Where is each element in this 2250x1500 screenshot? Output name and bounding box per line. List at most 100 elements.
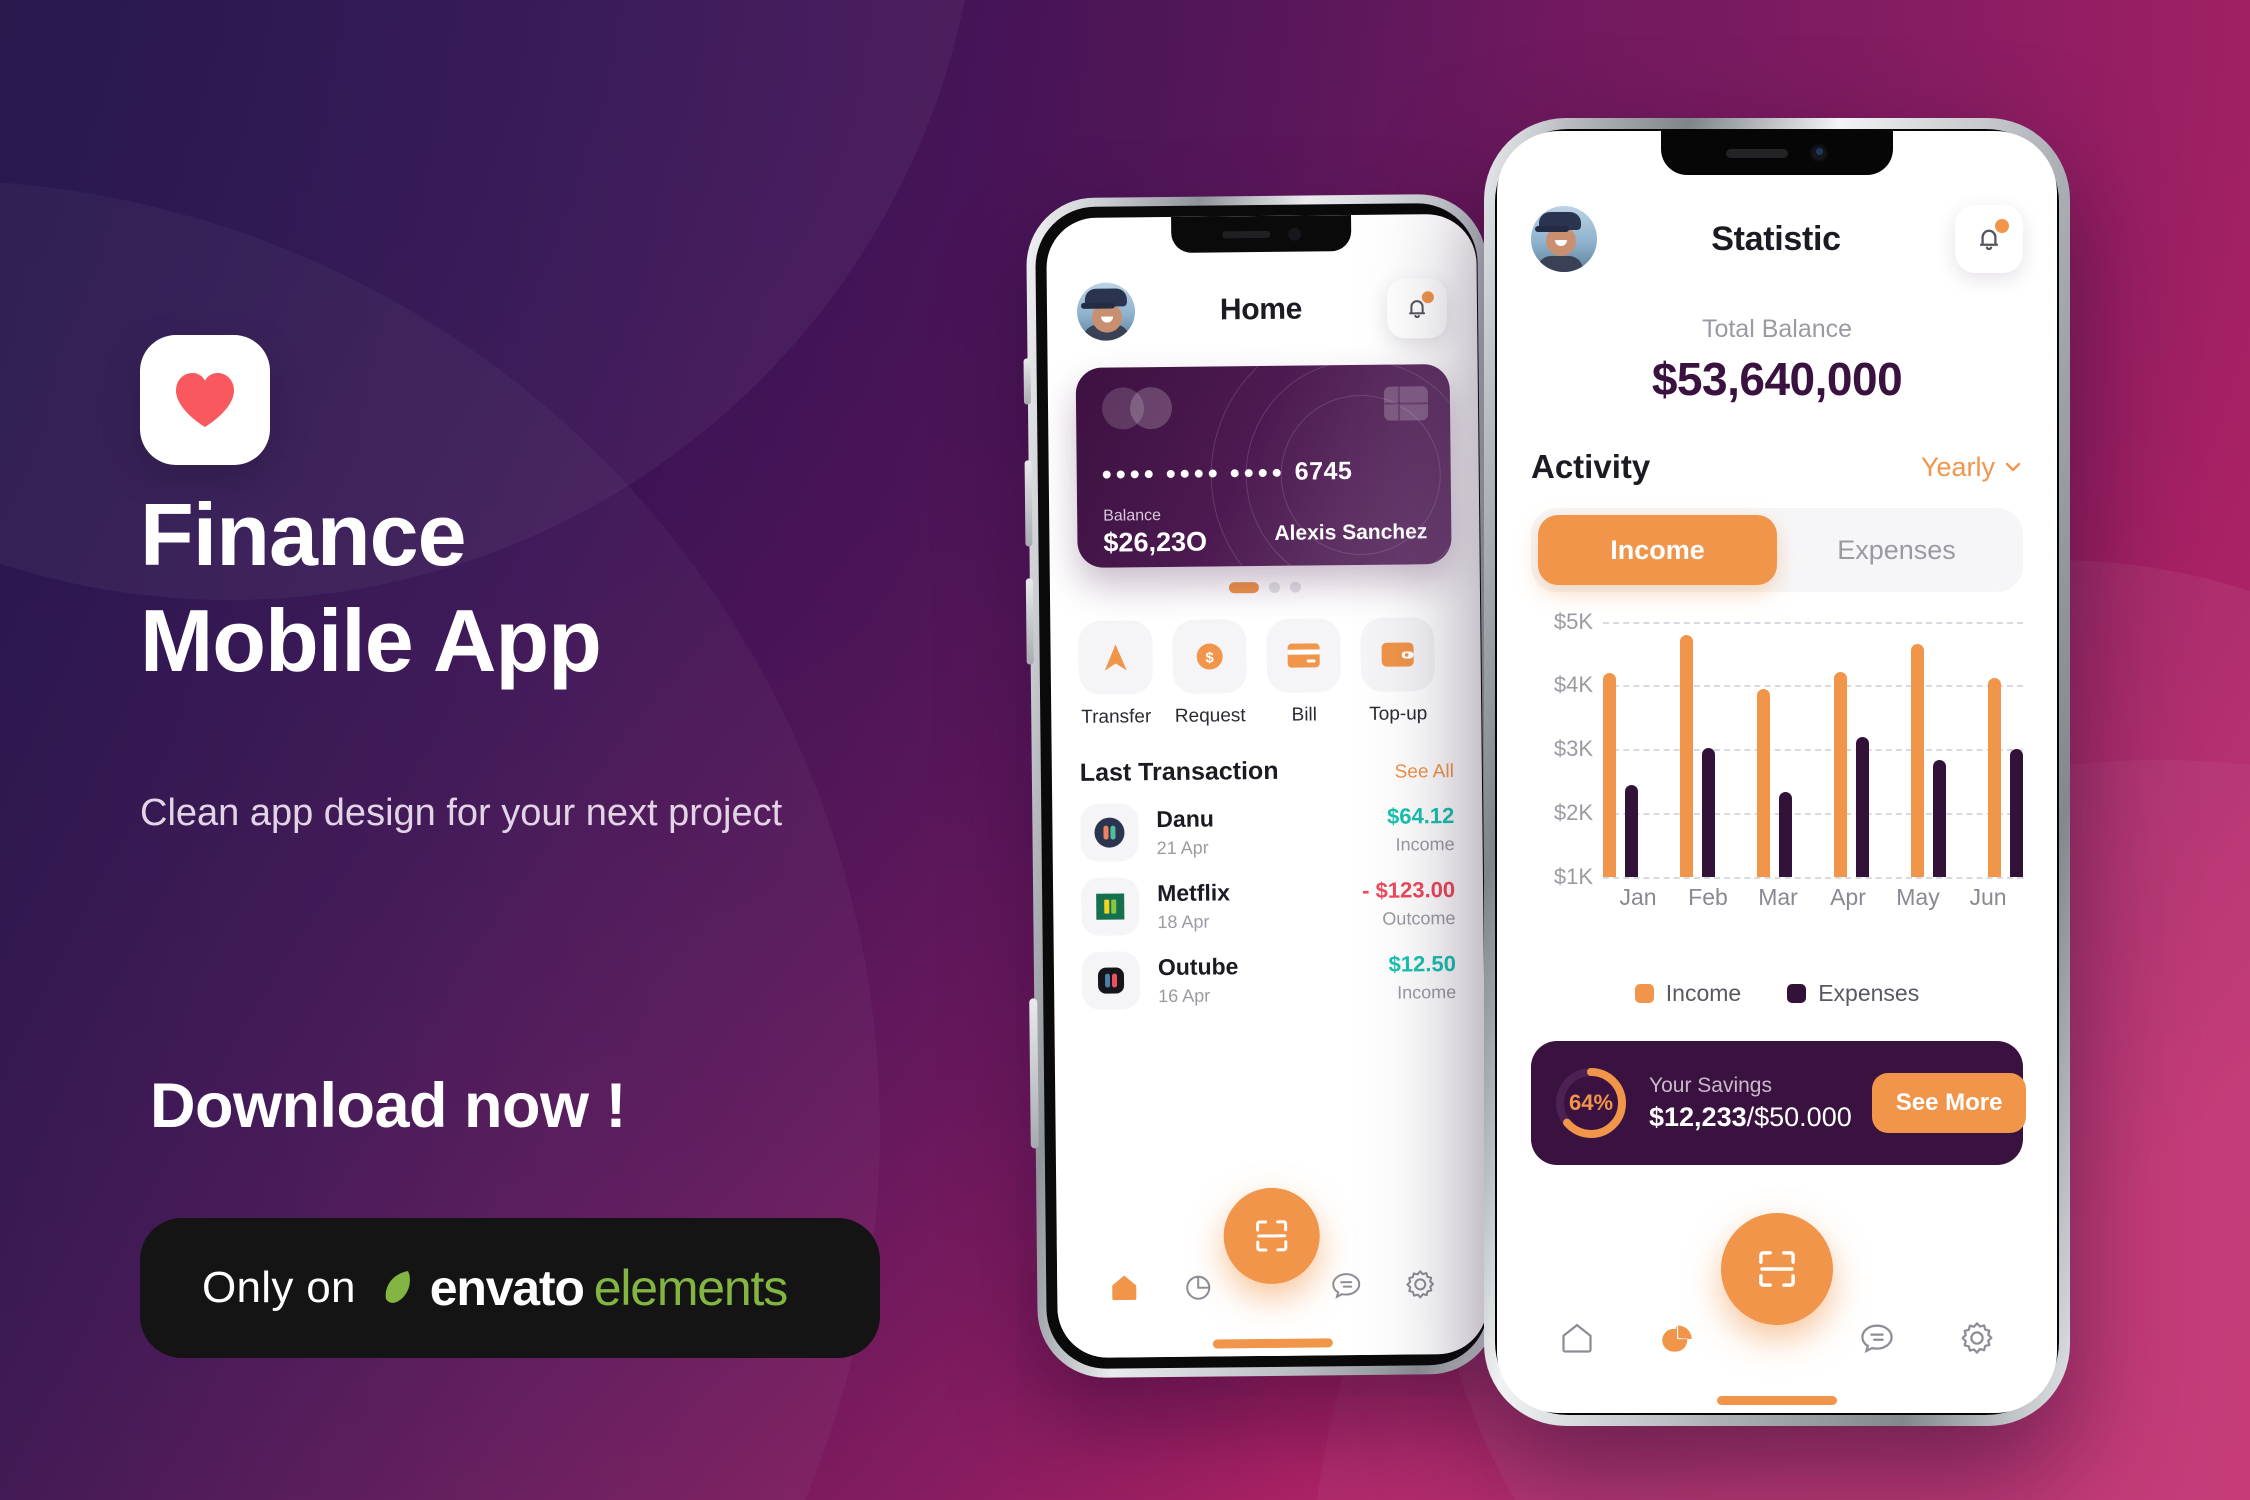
- mute-switch[interactable]: [1023, 358, 1031, 405]
- notification-button[interactable]: [1955, 205, 2023, 273]
- nav-gear-icon[interactable]: [1955, 1316, 1999, 1360]
- nav-chat-icon[interactable]: [1855, 1316, 1899, 1360]
- see-all-link[interactable]: See All: [1395, 761, 1454, 784]
- phone-notch-front: [1661, 131, 1893, 175]
- elements-wordmark: elements: [593, 1260, 788, 1316]
- transaction-type: Outcome: [1382, 907, 1456, 929]
- y-tick: $4K: [1553, 672, 1593, 697]
- transaction-date: 21 Apr: [1156, 837, 1209, 858]
- bar-group: [1988, 622, 2023, 877]
- power-button[interactable]: [1029, 998, 1039, 1149]
- legend-swatch-expenses: [1787, 984, 1807, 1003]
- avatar[interactable]: [1076, 282, 1136, 341]
- savings-percent: 64%: [1568, 1090, 1614, 1115]
- savings-amounts: $12,233/$50.000: [1649, 1102, 1852, 1133]
- card-last4: 6745: [1294, 457, 1353, 486]
- scan-fab-button[interactable]: [1721, 1213, 1833, 1325]
- credit-card[interactable]: 6745 Balance $26,23O Alexis Sanchez: [1075, 364, 1452, 568]
- bar-expenses-may: [1933, 760, 1946, 877]
- x-tick: Feb: [1688, 884, 1728, 910]
- envato-wordmark: envato: [429, 1260, 585, 1316]
- bar-income-jun: [1988, 678, 2001, 877]
- envato-elements-badge[interactable]: Only on envato elements: [140, 1218, 880, 1358]
- quick-actions: Transfer $ Request Bill Top-up: [1050, 591, 1481, 729]
- notification-button[interactable]: [1386, 278, 1448, 339]
- transaction-amount: $12.50: [1388, 950, 1456, 977]
- nav-home-icon[interactable]: [1555, 1316, 1599, 1360]
- bar-income-mar: [1757, 688, 1770, 877]
- earpiece-speaker: [1221, 230, 1270, 238]
- card-balance-label: Balance: [1103, 507, 1162, 525]
- nav-home-icon[interactable]: [1102, 1265, 1146, 1309]
- transaction-date: 18 Apr: [1157, 911, 1210, 932]
- volume-down-button[interactable]: [1025, 578, 1034, 665]
- chart-y-axis: $5K $4K $3K $2K $1K: [1531, 609, 1593, 889]
- quick-action-label: Request: [1174, 705, 1246, 727]
- quick-action-transfer[interactable]: Transfer: [1078, 620, 1154, 729]
- savings-progress-ring: 64%: [1553, 1065, 1629, 1141]
- transaction-amount-block: $64.12 Income: [1387, 803, 1455, 856]
- earpiece-speaker: [1726, 148, 1788, 158]
- scan-icon: [1759, 1251, 1795, 1287]
- x-tick: Jun: [1969, 884, 2007, 910]
- transaction-amount-block: - $123.00 Outcome: [1362, 877, 1456, 930]
- legend-swatch-income: [1634, 984, 1654, 1003]
- chart-legend: Income Expenses: [1497, 980, 2057, 1007]
- avatar[interactable]: [1531, 206, 1597, 272]
- bar-group: [1834, 622, 1869, 877]
- bar-expenses-jun: [2010, 748, 2023, 877]
- bar-group: [1680, 622, 1715, 877]
- tab-expenses[interactable]: Expenses: [1777, 515, 2016, 585]
- pager-dot-1[interactable]: [1228, 582, 1259, 594]
- card-number: 6745: [1102, 457, 1353, 489]
- marketing-panel: Finance Mobile App Clean app design for …: [140, 0, 960, 1500]
- scan-icon: [1256, 1220, 1288, 1252]
- transaction-row[interactable]: Danu 21 Apr $64.12 Income: [1052, 784, 1483, 862]
- transaction-row[interactable]: Outube 16 Apr $12.50 Income: [1054, 932, 1485, 1010]
- envato-leaf-icon: [382, 1269, 420, 1307]
- savings-target: $50.000: [1754, 1101, 1852, 1132]
- badge-prefix-label: Only on: [202, 1263, 356, 1312]
- page-title: Finance Mobile App: [140, 490, 920, 686]
- bar-expenses-mar: [1779, 792, 1792, 877]
- nav-gear-icon[interactable]: [1398, 1262, 1442, 1306]
- statistic-appbar: Statistic: [1497, 187, 2057, 291]
- phone-mockup-statistic: Statistic Total Balance $53,640,000 Acti…: [1484, 118, 2070, 1426]
- transaction-row[interactable]: Metflix 18 Apr - $123.00 Outcome: [1053, 858, 1484, 936]
- nav-pie-chart-icon[interactable]: [1176, 1264, 1220, 1308]
- volume-up-button[interactable]: [1024, 460, 1033, 547]
- quick-action-request[interactable]: $ Request: [1172, 619, 1248, 728]
- chevron-down-icon: [2005, 462, 2021, 472]
- credit-card-icon: [1266, 618, 1342, 693]
- quick-action-topup[interactable]: Top-up: [1360, 617, 1436, 726]
- section-heading: Last Transaction: [1079, 756, 1279, 787]
- tab-income[interactable]: Income: [1538, 515, 1777, 585]
- promo-stage: Finance Mobile App Clean app design for …: [0, 0, 2250, 1500]
- nav-pie-chart-icon[interactable]: [1655, 1316, 1699, 1360]
- danu-logo-icon: [1080, 803, 1139, 862]
- activity-bar-chart: $5K $4K $3K $2K $1K Jan Feb Mar Apr May …: [1531, 609, 2023, 922]
- nav-chat-icon[interactable]: [1324, 1263, 1368, 1307]
- legend-item-income: Income: [1634, 980, 1741, 1007]
- y-tick: $1K: [1553, 864, 1593, 889]
- transaction-name: Danu: [1156, 805, 1214, 832]
- quick-action-bill[interactable]: Bill: [1266, 618, 1342, 727]
- savings-label: Your Savings: [1649, 1073, 1772, 1097]
- card-balance-value: $26,23O: [1103, 526, 1208, 558]
- svg-text:$: $: [1205, 649, 1214, 666]
- metflix-logo-icon: [1080, 877, 1140, 936]
- transaction-name: Metflix: [1156, 878, 1231, 906]
- savings-card: 64% Your Savings $12,233/$50.000 See Mor…: [1531, 1041, 2027, 1165]
- chart-x-axis: Jan Feb Mar Apr May Jun: [1603, 884, 2023, 911]
- income-expenses-toggle[interactable]: Income Expenses: [1531, 508, 2023, 592]
- cta-text: Download now !: [150, 1071, 626, 1141]
- pager-dot-2[interactable]: [1268, 581, 1280, 593]
- period-selector[interactable]: Yearly: [1921, 452, 2023, 483]
- total-balance-value: $53,640,000: [1651, 353, 1903, 405]
- scan-fab-button[interactable]: [1223, 1187, 1321, 1285]
- bar-income-jan: [1603, 673, 1616, 877]
- phone-notch-back: [1171, 215, 1352, 253]
- bar-expenses-feb: [1702, 748, 1715, 877]
- pager-dot-3[interactable]: [1289, 581, 1301, 593]
- see-more-button[interactable]: See More: [1871, 1073, 2027, 1133]
